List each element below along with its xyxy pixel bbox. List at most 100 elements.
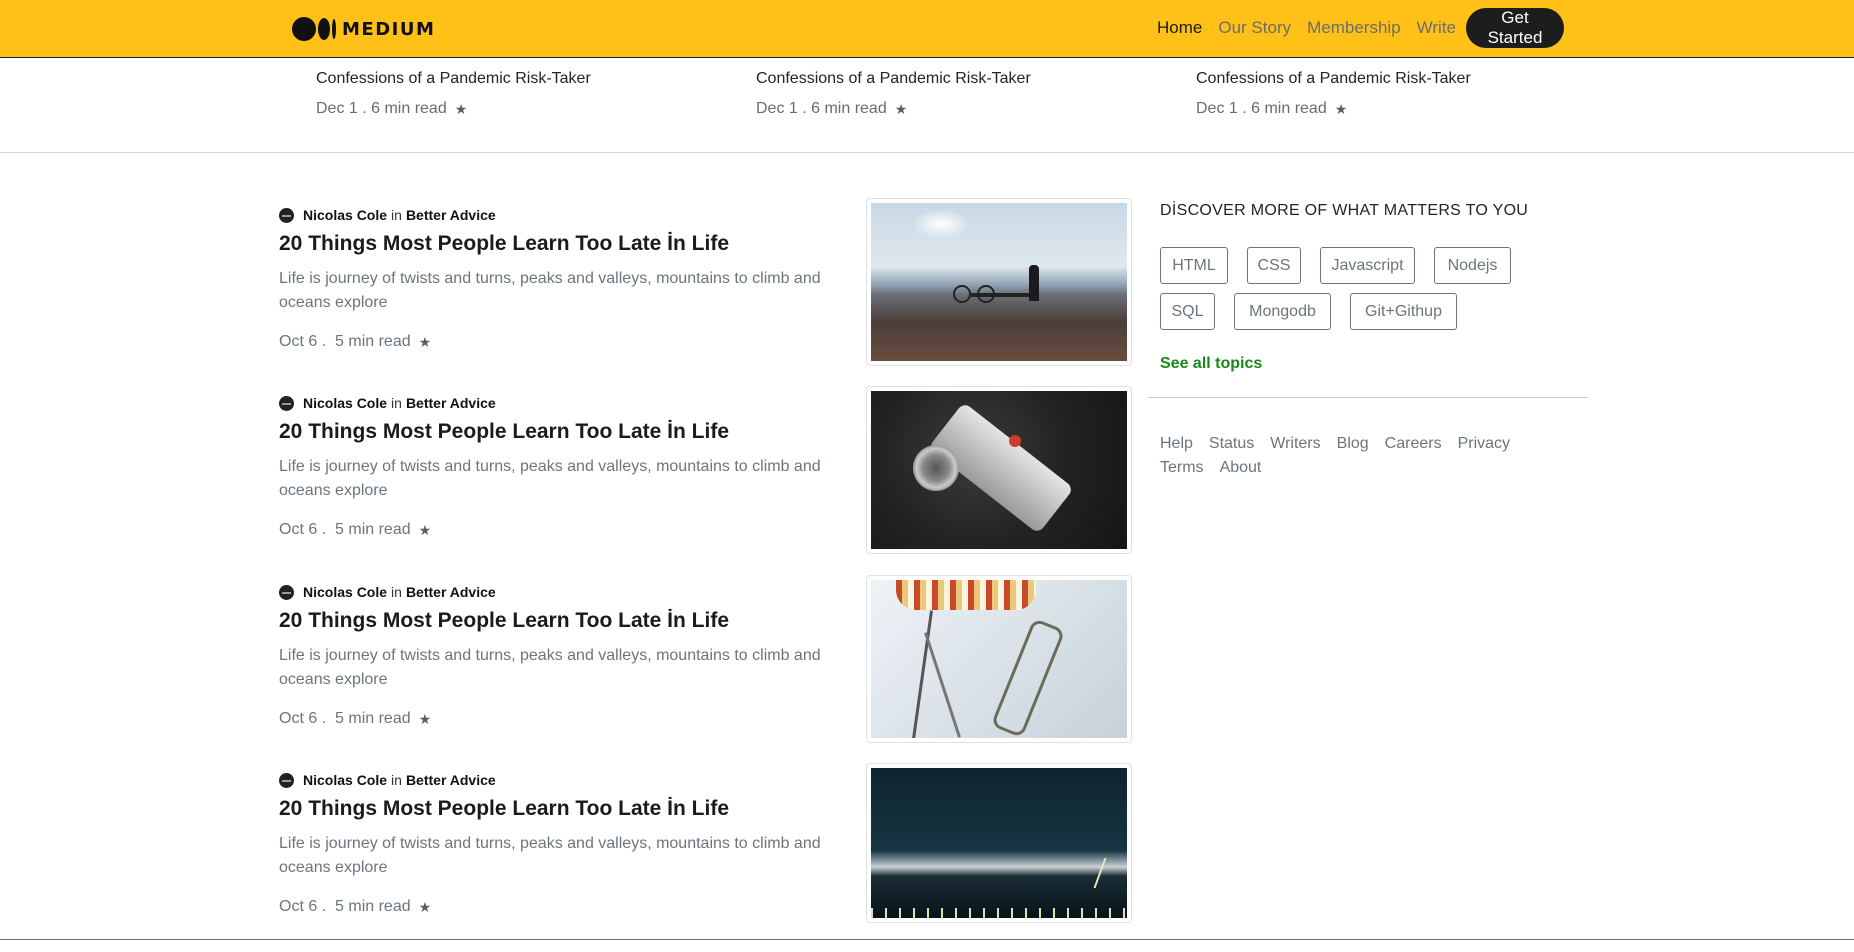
post-title[interactable]: 20 Things Most People Learn Too Late İn … [279, 420, 729, 444]
avatar[interactable] [279, 395, 294, 411]
in-label: in [391, 772, 402, 788]
topic-tag-mongodb[interactable]: Mongodb [1234, 293, 1331, 330]
topic-tag-nodejs[interactable]: Nodejs [1434, 247, 1511, 284]
author-row: Nicolas Cole in Better Advice [279, 207, 496, 223]
sidebar-divider [1148, 397, 1588, 398]
post-excerpt: Life is journey of twists and turns, pea… [279, 458, 821, 499]
post-title[interactable]: 20 Things Most People Learn Too Late İn … [279, 232, 729, 256]
trending-title[interactable]: Confessions of a Pandemic Risk-Taker [316, 70, 696, 88]
topic-tag-html[interactable]: HTML [1160, 247, 1228, 284]
footer-link-blog[interactable]: Blog [1337, 432, 1369, 456]
nav-link-home[interactable]: Home [1157, 18, 1202, 38]
in-label: in [391, 395, 402, 411]
post-date: Oct 6 [279, 710, 318, 727]
author-row: Nicolas Cole in Better Advice [279, 584, 496, 600]
read-time: 5 min read [335, 521, 411, 538]
post-meta: Oct 6 . 5 min read ★ [279, 333, 431, 351]
author-row: Nicolas Cole in Better Advice [279, 772, 496, 788]
meta-separator: . [317, 898, 336, 915]
feed-post: Nicolas Cole in Better Advice 20 Things … [279, 575, 1139, 764]
trending-item[interactable]: Confessions of a Pandemic Risk-Taker Dec… [1196, 70, 1576, 118]
get-started-button[interactable]: Get Started [1466, 8, 1564, 48]
trending-title[interactable]: Confessions of a Pandemic Risk-Taker [1196, 70, 1576, 88]
author-name[interactable]: Nicolas Cole [303, 772, 387, 788]
post-title[interactable]: 20 Things Most People Learn Too Late İn … [279, 609, 729, 633]
avatar[interactable] [279, 772, 294, 788]
publication-name[interactable]: Better Advice [406, 772, 496, 788]
footer-link-about[interactable]: About [1220, 456, 1262, 480]
brand-logo[interactable]: MEDIUM [292, 17, 435, 41]
post-thumbnail[interactable] [866, 763, 1132, 923]
topic-tag-javascript[interactable]: Javascript [1320, 247, 1415, 284]
nav-link-our-story[interactable]: Our Story [1218, 18, 1291, 38]
author-name[interactable]: Nicolas Cole [303, 395, 387, 411]
post-excerpt: Life is journey of twists and turns, pea… [279, 835, 821, 876]
discover-heading: DİSCOVER MORE OF WHAT MATTERS TO YOU [1160, 202, 1529, 219]
topic-tag-git-github[interactable]: Git+Githup [1350, 293, 1457, 330]
footer-link-help[interactable]: Help [1160, 432, 1193, 456]
nav-link-membership[interactable]: Membership [1307, 18, 1401, 38]
read-time: 5 min read [335, 333, 411, 350]
star-icon[interactable]: ★ [419, 711, 432, 728]
star-icon[interactable]: ★ [455, 101, 468, 118]
read-time: 5 min read [335, 710, 411, 727]
in-label: in [391, 584, 402, 600]
trending-meta: Dec 1 . 6 min read ★ [1196, 100, 1348, 118]
post-meta: Oct 6 . 5 min read ★ [279, 521, 431, 539]
post-meta: Oct 6 . 5 min read ★ [279, 898, 431, 916]
author-name[interactable]: Nicolas Cole [303, 584, 387, 600]
feed-post: Nicolas Cole in Better Advice 20 Things … [279, 386, 1139, 575]
trending-title[interactable]: Confessions of a Pandemic Risk-Taker [756, 70, 1136, 88]
trending-meta: Dec 1 . 6 min read ★ [316, 100, 468, 118]
publication-name[interactable]: Better Advice [406, 207, 496, 223]
trending-meta: Dec 1 . 6 min read ★ [756, 100, 908, 118]
avatar[interactable] [279, 584, 294, 600]
night-lightning-photo [871, 768, 1127, 918]
footer-link-terms[interactable]: Terms [1160, 456, 1204, 480]
post-date: Oct 6 [279, 333, 318, 350]
footer-links: Help Status Writers Blog Careers Privacy Terms… [1160, 432, 1560, 480]
topic-tag-sql[interactable]: SQL [1160, 293, 1215, 330]
post-thumbnail[interactable] [866, 575, 1132, 743]
footer-link-careers[interactable]: Careers [1385, 432, 1442, 456]
post-thumbnail[interactable] [866, 386, 1132, 554]
see-all-topics-link[interactable]: See all topics [1160, 355, 1262, 373]
post-excerpt: Life is journey of twists and turns, pea… [279, 647, 821, 688]
post-date: Oct 6 [279, 521, 318, 538]
post-excerpt: Life is journey of twists and turns, pea… [279, 270, 821, 311]
camera-photo [871, 391, 1127, 549]
topic-tag-css[interactable]: CSS [1247, 247, 1301, 284]
meta-separator: . [317, 333, 336, 350]
in-label: in [391, 207, 402, 223]
brand-name: MEDIUM [342, 18, 436, 40]
top-navbar: MEDIUM Home Our Story Membership Write G… [0, 0, 1854, 58]
tripod-photo [871, 580, 1127, 738]
medium-logo-icon [292, 17, 336, 41]
avatar[interactable] [279, 207, 294, 223]
trending-item[interactable]: Confessions of a Pandemic Risk-Taker Dec… [316, 70, 696, 118]
footer-link-writers[interactable]: Writers [1270, 432, 1320, 456]
nav-link-write[interactable]: Write [1417, 18, 1456, 38]
star-icon[interactable]: ★ [1335, 101, 1348, 118]
star-icon[interactable]: ★ [419, 899, 432, 916]
post-meta: Oct 6 . 5 min read ★ [279, 710, 431, 728]
footer-link-status[interactable]: Status [1209, 432, 1254, 456]
author-name[interactable]: Nicolas Cole [303, 207, 387, 223]
publication-name[interactable]: Better Advice [406, 584, 496, 600]
footer-link-privacy[interactable]: Privacy [1458, 432, 1510, 456]
trending-item[interactable]: Confessions of a Pandemic Risk-Taker Dec… [756, 70, 1136, 118]
section-divider [0, 152, 1854, 153]
publication-name[interactable]: Better Advice [406, 395, 496, 411]
feed-post: Nicolas Cole in Better Advice 20 Things … [279, 198, 1139, 387]
read-time: 5 min read [335, 898, 411, 915]
meta-separator: . [317, 521, 336, 538]
meta-separator: . [317, 710, 336, 727]
nav-links: Home Our Story Membership Write [1157, 18, 1472, 38]
post-date: Oct 6 [279, 898, 318, 915]
post-thumbnail[interactable] [866, 198, 1132, 366]
star-icon[interactable]: ★ [419, 334, 432, 351]
sea-bicycle-photo [871, 203, 1127, 361]
post-title[interactable]: 20 Things Most People Learn Too Late İn … [279, 797, 729, 821]
star-icon[interactable]: ★ [419, 522, 432, 539]
star-icon[interactable]: ★ [895, 101, 908, 118]
